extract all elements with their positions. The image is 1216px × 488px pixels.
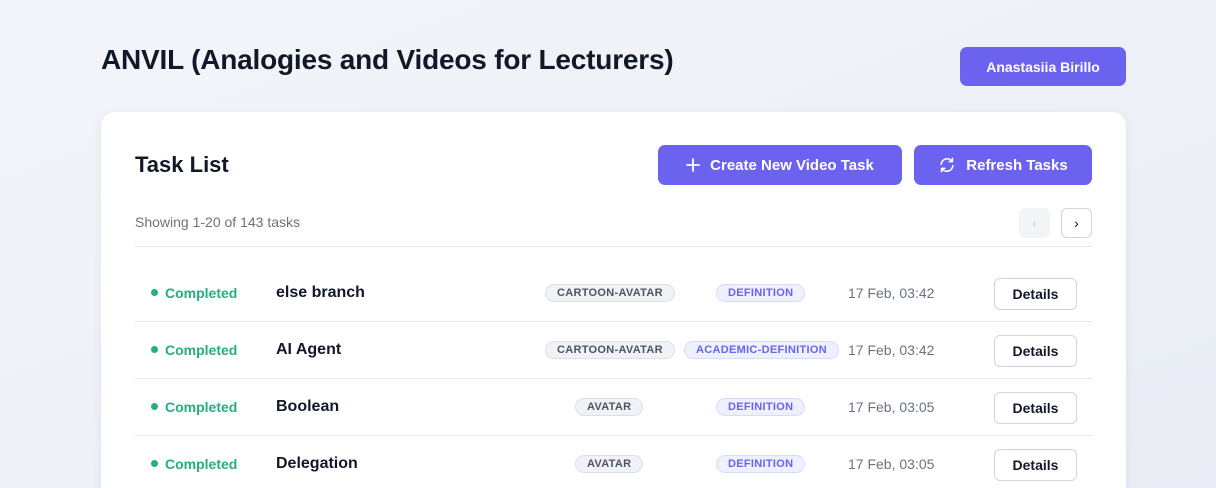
refresh-icon <box>938 156 956 174</box>
task-name: else branch <box>276 283 365 301</box>
status-label: Completed <box>165 284 238 301</box>
status-label: Completed <box>165 398 238 415</box>
task-name: Delegation <box>276 454 358 472</box>
status-dot-icon <box>151 403 158 410</box>
details-button[interactable]: Details <box>994 278 1077 310</box>
type-tag: DEFINITION <box>716 455 806 473</box>
create-video-task-label: Create New Video Task <box>710 156 874 174</box>
task-date: 17 Feb, 03:42 <box>848 284 935 301</box>
refresh-tasks-label: Refresh Tasks <box>966 156 1068 174</box>
style-tag: AVATAR <box>575 455 644 473</box>
status-label: Completed <box>165 455 238 472</box>
refresh-tasks-button[interactable]: Refresh Tasks <box>914 145 1092 185</box>
style-tag: CARTOON-AVATAR <box>545 284 675 302</box>
details-button[interactable]: Details <box>994 449 1077 481</box>
type-tag: ACADEMIC-DEFINITION <box>684 341 839 359</box>
pagination-summary: Showing 1-20 of 143 tasks <box>135 214 300 230</box>
task-name: AI Agent <box>276 340 342 358</box>
user-menu-button[interactable]: Anastasiia Birillo <box>960 47 1126 86</box>
table-row: Completed else branch CARTOON-AVATAR DEF… <box>135 264 1092 321</box>
status-dot-icon <box>151 346 158 353</box>
create-video-task-button[interactable]: Create New Video Task <box>658 145 902 185</box>
task-date: 17 Feb, 03:42 <box>848 341 935 358</box>
status-dot-icon <box>151 460 158 467</box>
table-row: Completed Delegation AVATAR DEFINITION 1… <box>135 435 1092 488</box>
app-title: ANVIL (Analogies and Videos for Lecturer… <box>101 44 674 75</box>
status-badge: Completed <box>151 321 237 378</box>
status-dot-icon <box>151 289 158 296</box>
chevron-left-icon: ‹ <box>1032 215 1037 231</box>
task-date: 17 Feb, 03:05 <box>848 398 935 415</box>
status-badge: Completed <box>151 264 237 321</box>
header-divider <box>135 246 1092 247</box>
task-date: 17 Feb, 03:05 <box>848 455 935 472</box>
status-badge: Completed <box>151 378 237 435</box>
status-label: Completed <box>165 341 238 358</box>
table-row: Completed Boolean AVATAR DEFINITION 17 F… <box>135 378 1092 435</box>
details-button[interactable]: Details <box>994 392 1077 424</box>
type-tag: DEFINITION <box>716 284 806 302</box>
style-tag: CARTOON-AVATAR <box>545 341 675 359</box>
pagination-prev-button[interactable]: ‹ <box>1019 208 1050 238</box>
task-list-title: Task List <box>135 152 229 177</box>
task-name: Boolean <box>276 397 340 415</box>
chevron-right-icon: › <box>1074 215 1079 231</box>
status-badge: Completed <box>151 435 237 488</box>
pagination-next-button[interactable]: › <box>1061 208 1092 238</box>
task-list-card: Task List Create New Video Task Refresh … <box>101 112 1126 488</box>
type-tag: DEFINITION <box>716 398 806 416</box>
plus-icon <box>686 158 701 172</box>
style-tag: AVATAR <box>575 398 644 416</box>
details-button[interactable]: Details <box>994 335 1077 367</box>
table-row: Completed AI Agent CARTOON-AVATAR ACADEM… <box>135 321 1092 378</box>
